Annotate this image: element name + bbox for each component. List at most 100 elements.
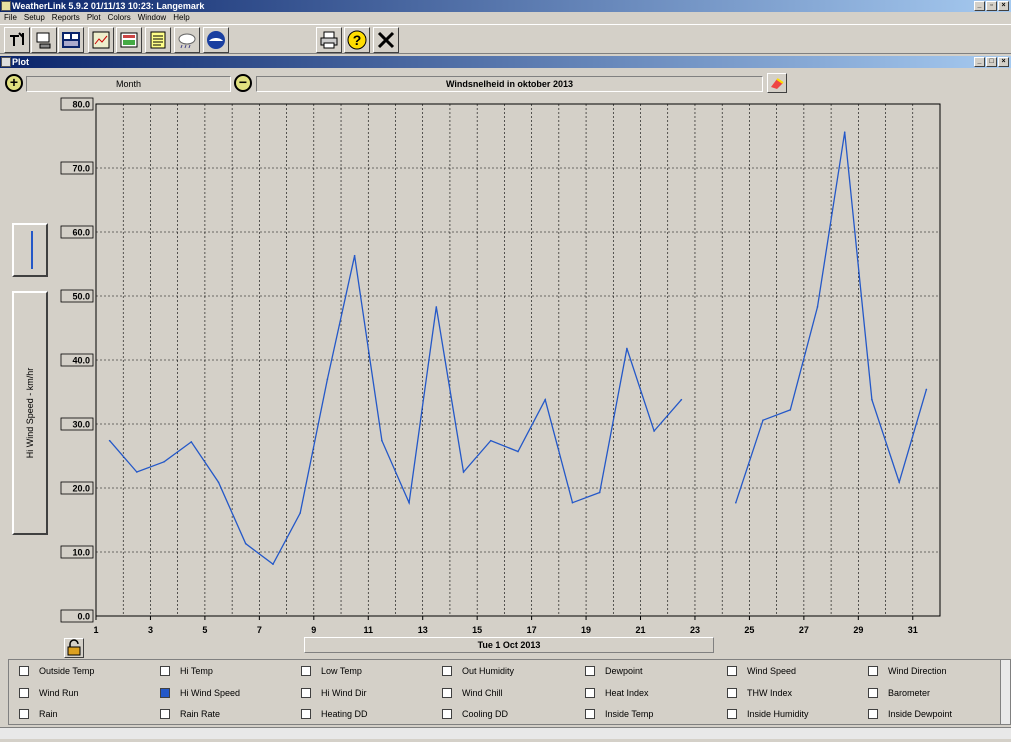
- checkbox-inside-dewpoint[interactable]: Inside Dewpoint: [868, 709, 952, 719]
- checkbox-box[interactable]: [868, 709, 878, 719]
- checkbox-box[interactable]: [585, 666, 595, 676]
- checkbox-hi-wind-speed[interactable]: Hi Wind Speed: [160, 688, 240, 698]
- checkbox-label: Cooling DD: [462, 709, 509, 719]
- restore-icon[interactable]: ▫: [986, 1, 997, 11]
- checkbox-box[interactable]: [19, 688, 29, 698]
- browse-icon: [120, 32, 138, 48]
- checkbox-box[interactable]: [585, 709, 595, 719]
- checkbox-box[interactable]: [727, 688, 737, 698]
- app-window-buttons: _ ▫ ×: [974, 1, 1009, 11]
- checkbox-hi-temp[interactable]: Hi Temp: [160, 666, 213, 676]
- notes-button[interactable]: [145, 27, 171, 53]
- wind-speed-chart[interactable]: 0.010.020.030.040.050.060.070.080.0 1357…: [0, 96, 1011, 641]
- bulletin-icon: [62, 32, 80, 48]
- checkbox-box[interactable]: [727, 666, 737, 676]
- checkbox-cooling-dd[interactable]: Cooling DD: [442, 709, 508, 719]
- y-tick-label: 30.0: [72, 420, 90, 430]
- close-icon[interactable]: ×: [998, 1, 1009, 11]
- span-selector[interactable]: Month: [26, 76, 231, 92]
- date-label[interactable]: Tue 1 Oct 2013: [304, 637, 714, 653]
- checkbox-box[interactable]: [19, 709, 29, 719]
- checkbox-heating-dd[interactable]: Heating DD: [301, 709, 368, 719]
- x-tick-label: 7: [257, 625, 262, 635]
- checkbox-rain-rate[interactable]: Rain Rate: [160, 709, 220, 719]
- menu-file[interactable]: File: [4, 12, 17, 23]
- noaa-icon: [207, 31, 225, 49]
- checkbox-box[interactable]: [160, 688, 170, 698]
- menu-help[interactable]: Help: [173, 12, 189, 23]
- x-tick-label: 5: [202, 625, 207, 635]
- plot-minimize-icon[interactable]: _: [974, 57, 985, 67]
- browse-button[interactable]: [116, 27, 142, 53]
- checkbox-box[interactable]: [868, 688, 878, 698]
- menu-colors[interactable]: Colors: [108, 12, 131, 23]
- horizontal-scrollbar[interactable]: [0, 727, 1011, 739]
- y-tick-label: 80.0: [72, 100, 90, 110]
- checkbox-hi-wind-dir[interactable]: Hi Wind Dir: [301, 688, 367, 698]
- checkbox-box[interactable]: [19, 666, 29, 676]
- x-tick-label: 1: [93, 625, 98, 635]
- minimize-icon[interactable]: _: [974, 1, 985, 11]
- checkbox-rain[interactable]: Rain: [19, 709, 58, 719]
- print-button[interactable]: [316, 27, 342, 53]
- plot-close-icon[interactable]: ×: [998, 57, 1009, 67]
- checkbox-out-humidity[interactable]: Out Humidity: [442, 666, 514, 676]
- checkbox-box[interactable]: [160, 709, 170, 719]
- checkbox-box[interactable]: [301, 688, 311, 698]
- forecast-button[interactable]: [174, 27, 200, 53]
- printer-icon: [320, 31, 338, 49]
- checkbox-label: Hi Temp: [180, 666, 213, 676]
- zoom-in-button[interactable]: +: [5, 74, 23, 92]
- checkbox-box[interactable]: [442, 666, 452, 676]
- checkbox-wind-direction[interactable]: Wind Direction: [868, 666, 947, 676]
- checkbox-label: Outside Temp: [39, 666, 95, 676]
- menu-window[interactable]: Window: [138, 12, 166, 23]
- help-button[interactable]: ?: [344, 27, 370, 53]
- summary-button[interactable]: [88, 27, 114, 53]
- y-tick-label: 10.0: [72, 548, 90, 558]
- vertical-scrollbar[interactable]: [1000, 660, 1010, 724]
- noaa-button[interactable]: [203, 27, 229, 53]
- checkbox-barometer[interactable]: Barometer: [868, 688, 930, 698]
- checkbox-box[interactable]: [868, 666, 878, 676]
- checkbox-box[interactable]: [301, 709, 311, 719]
- checkbox-wind-speed[interactable]: Wind Speed: [727, 666, 796, 676]
- erase-button[interactable]: [767, 73, 787, 93]
- checkbox-wind-run[interactable]: Wind Run: [19, 688, 79, 698]
- cloud-icon: [178, 33, 196, 49]
- station-icon: [10, 32, 24, 46]
- computer-icon: [36, 32, 51, 49]
- checkbox-box[interactable]: [160, 666, 170, 676]
- checkbox-box[interactable]: [727, 709, 737, 719]
- checkbox-thw-index[interactable]: THW Index: [727, 688, 792, 698]
- y-tick-label: 40.0: [72, 356, 90, 366]
- bulletin-button[interactable]: [58, 27, 84, 53]
- checkbox-box[interactable]: [442, 709, 452, 719]
- plot-maximize-icon[interactable]: □: [986, 57, 997, 67]
- menu-reports[interactable]: Reports: [52, 12, 80, 23]
- checkbox-label: Wind Chill: [462, 688, 503, 698]
- menu-plot[interactable]: Plot: [87, 12, 101, 23]
- x-tick-label: 17: [527, 625, 537, 635]
- exit-button[interactable]: [373, 27, 399, 53]
- x-tick-label: 23: [690, 625, 700, 635]
- checkbox-label: Wind Direction: [888, 666, 947, 676]
- chart-grid: [95, 103, 941, 617]
- checkbox-inside-temp[interactable]: Inside Temp: [585, 709, 653, 719]
- checkbox-inside-humidity[interactable]: Inside Humidity: [727, 709, 809, 719]
- download-button[interactable]: [31, 27, 57, 53]
- station-button[interactable]: [4, 27, 30, 53]
- checkbox-low-temp[interactable]: Low Temp: [301, 666, 362, 676]
- checkbox-outside-temp[interactable]: Outside Temp: [19, 666, 94, 676]
- checkbox-wind-chill[interactable]: Wind Chill: [442, 688, 503, 698]
- zoom-out-button[interactable]: −: [234, 74, 252, 92]
- notes-icon: [150, 31, 166, 49]
- checkbox-dewpoint[interactable]: Dewpoint: [585, 666, 643, 676]
- checkbox-label: Rain: [39, 709, 58, 719]
- checkbox-box[interactable]: [301, 666, 311, 676]
- checkbox-box[interactable]: [585, 688, 595, 698]
- checkbox-heat-index[interactable]: Heat Index: [585, 688, 649, 698]
- lock-button[interactable]: [64, 638, 84, 658]
- checkbox-box[interactable]: [442, 688, 452, 698]
- menu-setup[interactable]: Setup: [24, 12, 45, 23]
